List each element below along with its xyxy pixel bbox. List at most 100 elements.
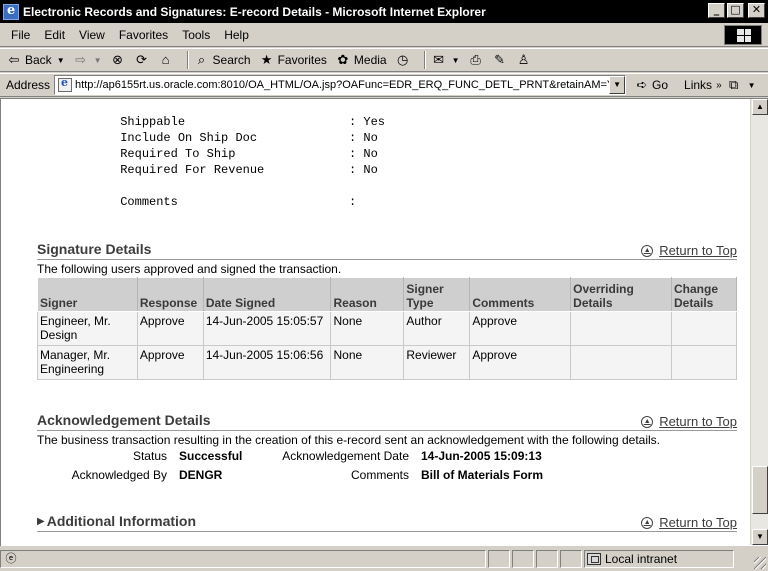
menu-edit[interactable]: Edit bbox=[37, 28, 72, 42]
address-url[interactable]: http://ap6155rt.us.oracle.com:8010/OA_HT… bbox=[75, 79, 613, 91]
stop-icon: ⊗ bbox=[112, 52, 123, 67]
table-cell: 14-Jun-2005 15:05:57 bbox=[202, 311, 332, 346]
additional-information-toggle[interactable]: ▶ Additional Information bbox=[37, 513, 196, 529]
record-label: Required For Revenue bbox=[120, 163, 265, 177]
table-cell: Approve bbox=[136, 311, 204, 346]
home-button[interactable]: ⌂ bbox=[158, 52, 174, 68]
status-cell bbox=[512, 550, 534, 568]
menu-favorites[interactable]: Favorites bbox=[112, 28, 175, 42]
table-cell bbox=[671, 345, 737, 380]
section-divider bbox=[37, 430, 737, 431]
links-label: Links bbox=[684, 78, 713, 92]
table-cell: Engineer, Mr. Design bbox=[37, 311, 138, 346]
table-row: Engineer, Mr. Design Approve 14-Jun-2005… bbox=[37, 311, 737, 346]
toolbar-separator bbox=[186, 51, 189, 69]
column-header: Overriding Details bbox=[570, 277, 672, 312]
stop-button[interactable]: ⊗ bbox=[110, 52, 126, 68]
extension-icon[interactable]: ⧉ bbox=[726, 77, 742, 93]
media-button[interactable]: ✿ Media bbox=[335, 52, 386, 68]
ie-throbber bbox=[724, 25, 762, 45]
local-intranet-icon bbox=[587, 553, 601, 565]
print-icon: ⎙ bbox=[470, 52, 481, 67]
mail-button[interactable]: ✉ ▼ bbox=[431, 52, 460, 68]
status-value: Successful bbox=[179, 449, 243, 463]
close-button[interactable]: ✕ bbox=[748, 3, 765, 18]
acknowledgement-details-heading: Acknowledgement Details bbox=[37, 412, 211, 428]
address-dropdown-icon[interactable]: ▼ bbox=[609, 76, 626, 94]
scroll-thumb[interactable] bbox=[752, 466, 768, 514]
toolbar-separator bbox=[423, 51, 426, 69]
menu-file[interactable]: File bbox=[4, 28, 37, 42]
ack-date-value: 14-Jun-2005 15:09:13 bbox=[421, 449, 542, 463]
menu-view[interactable]: View bbox=[72, 28, 112, 42]
page-icon bbox=[58, 76, 73, 92]
return-to-top-link[interactable]: ▲ Return to Top bbox=[641, 515, 737, 530]
messenger-icon: ♙ bbox=[517, 52, 530, 67]
section-divider bbox=[37, 531, 737, 532]
back-label: Back bbox=[25, 53, 52, 67]
address-label: Address bbox=[6, 78, 51, 92]
refresh-icon: ⟳ bbox=[136, 52, 147, 67]
back-button[interactable]: ⇦ Back ▼ bbox=[6, 52, 65, 68]
window-controls: _ □ ✕ bbox=[708, 3, 765, 18]
table-header-row: Signer Response Date Signed Reason Signe… bbox=[37, 277, 737, 312]
menu-tools[interactable]: Tools bbox=[175, 28, 217, 42]
table-cell bbox=[671, 311, 737, 346]
favorites-star-icon: ★ bbox=[260, 52, 273, 67]
resize-grip[interactable] bbox=[754, 557, 766, 569]
expand-triangle-icon: ▶ bbox=[37, 515, 45, 527]
go-button[interactable]: ➪ Go bbox=[634, 77, 668, 93]
favorites-button[interactable]: ★ Favorites bbox=[259, 52, 327, 68]
address-input[interactable]: http://ap6155rt.us.oracle.com:8010/OA_HT… bbox=[54, 75, 627, 95]
links-button[interactable]: Links » ⧉ ▼ bbox=[684, 77, 756, 93]
address-bar: Address http://ap6155rt.us.oracle.com:80… bbox=[0, 73, 768, 97]
record-value: : Yes bbox=[349, 115, 386, 129]
home-icon: ⌂ bbox=[161, 52, 170, 67]
scroll-up-button[interactable]: ▲ bbox=[752, 99, 768, 115]
return-to-top-link[interactable]: ▲ Return to Top bbox=[641, 414, 737, 429]
forward-arrow-icon: ⇨ bbox=[75, 52, 87, 67]
back-dropdown-icon[interactable]: ▼ bbox=[57, 56, 65, 65]
media-icon: ✿ bbox=[337, 52, 349, 67]
edit-button[interactable]: ✎ bbox=[492, 52, 508, 68]
maximize-button[interactable]: □ bbox=[727, 3, 744, 18]
column-header: Comments bbox=[469, 277, 572, 312]
menu-help[interactable]: Help bbox=[217, 28, 256, 42]
status-message: ⓔ bbox=[0, 550, 486, 568]
forward-dropdown-icon[interactable]: ▼ bbox=[94, 56, 102, 65]
favorites-label: Favorites bbox=[277, 53, 327, 67]
vertical-scrollbar[interactable]: ▲ ▼ bbox=[750, 99, 768, 545]
table-cell: Approve bbox=[469, 311, 572, 346]
comments-label: Comments bbox=[350, 468, 409, 482]
mail-dropdown-icon[interactable]: ▼ bbox=[452, 56, 460, 65]
scroll-down-button[interactable]: ▼ bbox=[752, 529, 768, 545]
history-button[interactable]: ◷ bbox=[395, 52, 411, 68]
column-header: Signer bbox=[37, 277, 138, 312]
print-button[interactable]: ⎙ bbox=[468, 52, 484, 68]
return-to-top-label: Return to Top bbox=[659, 515, 737, 530]
page-status-icon: ⓔ bbox=[5, 553, 17, 565]
ie-app-icon bbox=[3, 3, 19, 20]
column-header: Change Details bbox=[671, 277, 737, 312]
minimize-button[interactable]: _ bbox=[708, 3, 725, 18]
return-to-top-label: Return to Top bbox=[659, 243, 737, 258]
record-value: : No bbox=[349, 131, 378, 145]
page-content: Shippable: Yes Include On Ship Doc: No R… bbox=[1, 99, 747, 545]
status-bar: ⓔ Local intranet bbox=[0, 547, 768, 571]
standard-toolbar: ⇦ Back ▼ ⇨ ▼ ⊗ ⟳ ⌂ ⌕ Search ★ Favorites … bbox=[0, 48, 768, 72]
return-to-top-label: Return to Top bbox=[659, 414, 737, 429]
status-cell bbox=[560, 550, 582, 568]
ack-date-label: Acknowledgement Date bbox=[282, 449, 409, 463]
forward-button[interactable]: ⇨ ▼ bbox=[73, 52, 102, 68]
search-button[interactable]: ⌕ Search bbox=[194, 52, 251, 68]
zone-label: Local intranet bbox=[605, 552, 678, 566]
extension-dropdown-icon[interactable]: ▼ bbox=[748, 81, 756, 90]
table-cell: None bbox=[330, 345, 405, 380]
column-header: Response bbox=[136, 277, 204, 312]
go-label: Go bbox=[652, 78, 669, 92]
return-to-top-link[interactable]: ▲ Return to Top bbox=[641, 243, 737, 258]
security-zone: Local intranet bbox=[584, 550, 734, 568]
section-divider bbox=[37, 259, 737, 260]
refresh-button[interactable]: ⟳ bbox=[134, 52, 150, 68]
messenger-button[interactable]: ♙ bbox=[516, 52, 532, 68]
